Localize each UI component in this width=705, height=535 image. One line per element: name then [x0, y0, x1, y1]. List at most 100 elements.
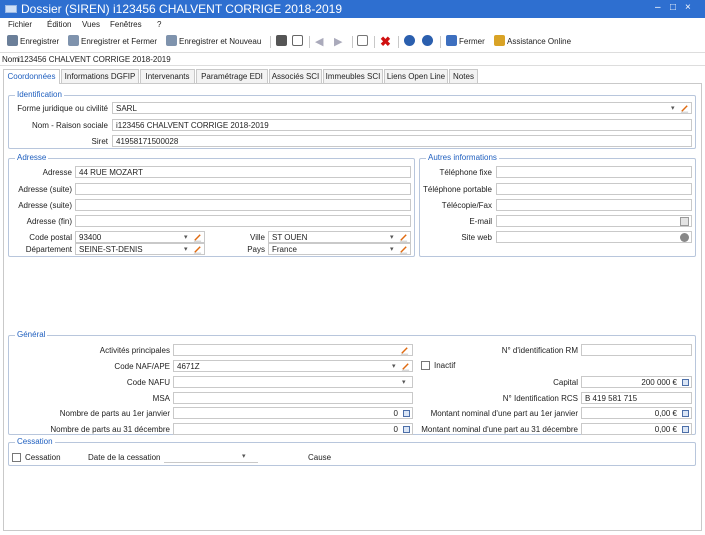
calculator-icon[interactable] [682, 426, 689, 433]
tab-associes-sci[interactable]: Associés SCI [269, 69, 322, 83]
mail-icon[interactable] [680, 217, 689, 226]
save-close-button[interactable]: Enregistrer et Fermer [68, 35, 157, 49]
menu-edition[interactable]: Édition [47, 20, 71, 29]
chevron-down-icon: ▾ [402, 379, 406, 386]
toolbar-separator [352, 36, 353, 48]
parts-31-decembre-input[interactable]: 0 [173, 423, 413, 435]
globe-icon[interactable] [680, 233, 689, 242]
maximize-button[interactable]: □ [670, 2, 676, 13]
tab-parametrage-edi[interactable]: Paramétrage EDI [196, 69, 268, 83]
disk-icon [7, 35, 18, 46]
name-bar: Nom i123456 CHALVENT CORRIGE 2018-2019 [0, 52, 705, 66]
code-postal-value: 93400 [79, 233, 102, 242]
close-window-button[interactable]: × [685, 2, 691, 13]
menu-vues[interactable]: Vues [82, 20, 100, 29]
autres-informations-title: Autres informations [426, 153, 499, 162]
telephone-fixe-input[interactable] [496, 166, 692, 178]
code-postal-select[interactable]: 93400 ▾ [75, 231, 205, 243]
capital-input[interactable]: 200 000 € [581, 376, 692, 388]
adresse-suite1-input[interactable] [75, 183, 411, 195]
menu-fichier[interactable]: Fichier [8, 20, 32, 29]
cessation-checkbox[interactable] [12, 453, 21, 462]
nominal-31-decembre-value: 0,00 € [654, 425, 677, 434]
tab-intervenants[interactable]: Intervenants [140, 69, 195, 83]
chevron-down-icon: ▾ [671, 105, 675, 112]
arrow-left-icon: ◀ [315, 36, 324, 48]
previous-record-button[interactable] [404, 35, 417, 49]
tab-immeubles-sci[interactable]: Immeubles SCI [323, 69, 383, 83]
tab-liens-open-line[interactable]: Liens Open Line [384, 69, 448, 83]
nominal-1er-janvier-input[interactable]: 0,00 € [581, 407, 692, 419]
siret-label: Siret [91, 137, 108, 146]
pays-select[interactable]: France ▾ [268, 243, 411, 255]
general-title: Général [15, 330, 48, 339]
fax-input[interactable] [496, 199, 692, 211]
close-button[interactable]: Fermer [446, 35, 485, 49]
adresse-input[interactable]: 44 RUE MOZART [75, 166, 411, 178]
print-preview-button[interactable] [292, 35, 305, 49]
adresse-suite2-input[interactable] [75, 199, 411, 211]
rm-input[interactable] [581, 344, 692, 356]
pencil-icon [193, 246, 202, 254]
minimize-button[interactable]: – [655, 2, 661, 13]
parts-1er-janvier-input[interactable]: 0 [173, 407, 413, 419]
copy-button[interactable] [357, 35, 370, 49]
calculator-icon[interactable] [403, 410, 410, 417]
tab-notes[interactable]: Notes [449, 69, 478, 83]
menu-fenetres[interactable]: Fenêtres [110, 20, 142, 29]
arrow-right-icon: ▶ [334, 36, 343, 48]
ville-select[interactable]: ST OUEN ▾ [268, 231, 411, 243]
pencil-icon [680, 105, 689, 113]
chevron-down-icon: ▾ [184, 246, 188, 253]
nafu-label: Code NAFU [126, 378, 170, 387]
cessation-checkbox-label: Cessation [25, 453, 61, 462]
activites-input[interactable] [173, 344, 413, 356]
menu-help[interactable]: ? [157, 20, 161, 29]
raison-sociale-input[interactable]: i123456 CHALVENT CORRIGE 2018-2019 [112, 119, 692, 131]
chevron-down-icon: ▾ [184, 234, 188, 241]
name-value: i123456 CHALVENT CORRIGE 2018-2019 [18, 55, 171, 64]
nominal-31-decembre-input[interactable]: 0,00 € [581, 423, 692, 435]
save-new-button[interactable]: Enregistrer et Nouveau [166, 35, 261, 49]
telephone-portable-input[interactable] [496, 183, 692, 195]
tab-informations-dgfip[interactable]: Informations DGFIP [61, 69, 139, 83]
close-doc-icon [446, 35, 457, 46]
calculator-icon[interactable] [682, 410, 689, 417]
next-record-button[interactable] [422, 35, 435, 49]
nominal-1er-janvier-label: Montant nominal d'une part au 1er janvie… [430, 409, 578, 418]
nafu-select[interactable]: ▾ [173, 376, 413, 388]
naf-select[interactable]: 4671Z ▾ [173, 360, 413, 372]
adresse-fin-input[interactable] [75, 215, 411, 227]
toolbar-separator [309, 36, 310, 48]
calculator-icon[interactable] [403, 426, 410, 433]
print-button[interactable] [276, 35, 289, 49]
tab-coordonnees[interactable]: Coordonnées [3, 69, 60, 84]
date-cessation-label: Date de la cessation [88, 453, 161, 462]
forward-button[interactable]: ▶ [334, 35, 342, 49]
save-button[interactable]: Enregistrer [7, 35, 59, 49]
assistance-button[interactable]: Assistance Online [494, 35, 571, 49]
rcs-input[interactable]: B 419 581 715 [581, 392, 692, 404]
email-input[interactable] [496, 215, 692, 227]
msa-input[interactable] [173, 392, 413, 404]
calculator-icon[interactable] [682, 379, 689, 386]
telephone-portable-label: Téléphone portable [423, 185, 492, 194]
departement-select[interactable]: SEINE-ST-DENIS ▾ [75, 243, 205, 255]
pays-value: France [272, 245, 297, 254]
rcs-value: B 419 581 715 [585, 394, 638, 403]
inactif-checkbox[interactable] [421, 361, 430, 370]
site-web-input[interactable] [496, 231, 692, 243]
capital-label: Capital [553, 378, 578, 387]
siret-input[interactable]: 41958171500028 [112, 135, 692, 147]
forme-juridique-select[interactable]: SARL ▾ [112, 102, 692, 114]
toolbar-separator [270, 36, 271, 48]
back-button[interactable]: ◀ [315, 35, 323, 49]
ville-label: Ville [250, 233, 265, 242]
chevron-down-icon: ▾ [242, 453, 246, 460]
print-preview-icon [292, 35, 303, 46]
nom-value: i123456 CHALVENT CORRIGE 2018-2019 [116, 121, 269, 130]
delete-button[interactable]: ✖ [380, 35, 391, 49]
capital-value: 200 000 € [641, 378, 677, 387]
date-cessation-picker[interactable]: ▾ [164, 451, 258, 463]
pencil-icon [193, 234, 202, 242]
